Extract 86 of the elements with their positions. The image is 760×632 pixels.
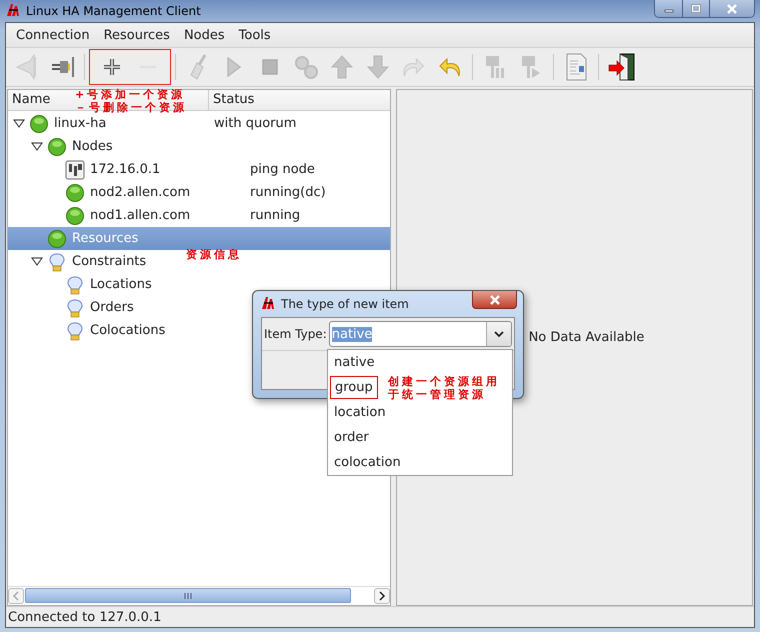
status-text: with quorum <box>214 116 296 131</box>
tree-item-label: linux-ha <box>54 116 106 131</box>
window-title: Linux HA Management Client <box>26 4 201 18</box>
computer-play-icon <box>521 55 541 79</box>
app-logo-icon <box>261 295 275 310</box>
status-ball-icon <box>65 206 85 226</box>
computer-pause-icon <box>485 55 505 79</box>
undo-icon <box>439 58 461 76</box>
plug-icon <box>50 56 74 78</box>
dropdown-option[interactable]: colocation <box>329 450 406 475</box>
expanded-icon[interactable] <box>13 118 25 128</box>
status-text: running(dc) <box>250 185 326 200</box>
tree-row[interactable]: Nodes <box>8 135 117 158</box>
menu-item[interactable]: Nodes <box>176 28 232 42</box>
tree-row[interactable]: Locations <box>8 273 156 296</box>
app-logo-icon <box>6 2 20 16</box>
expanded-icon[interactable] <box>31 256 43 266</box>
network-node-icon <box>65 160 85 180</box>
dropdown-option[interactable]: native <box>329 350 380 375</box>
tree-item-label: nod2.allen.com <box>90 185 190 200</box>
empty-message: No Data Available <box>528 330 644 345</box>
menu-item[interactable]: Connection <box>9 28 97 42</box>
menu-item[interactable]: Resources <box>96 28 177 42</box>
stop-icon <box>262 59 278 75</box>
arrow-down-icon <box>367 55 389 79</box>
plug-icon <box>16 54 36 80</box>
redo-icon <box>403 58 425 76</box>
tree-row[interactable]: nod1.allen.com running <box>8 204 300 227</box>
annotation-text: 创建一个资源组用 <box>388 375 500 388</box>
annotation-text: +号添加一个资源 <box>75 88 186 101</box>
lightbulb-icon <box>65 274 85 294</box>
close-icon <box>726 4 738 14</box>
tree-row[interactable]: Orders <box>8 296 138 319</box>
lightbulb-icon <box>65 298 85 318</box>
scroll-left-icon[interactable] <box>8 588 24 604</box>
tree-item-label: Nodes <box>72 139 113 154</box>
gears-icon <box>294 56 318 78</box>
lightbulb-icon <box>65 320 85 340</box>
status-text: running <box>250 208 300 223</box>
column-header[interactable]: Status <box>209 90 258 110</box>
close-button[interactable] <box>709 0 754 17</box>
tree-item-label: Constraints <box>72 254 146 269</box>
tree-row[interactable]: linux-ha with quorum <box>8 112 296 135</box>
dialog-title: The type of new item <box>281 297 409 311</box>
status-text: ping node <box>250 162 315 177</box>
tree-row[interactable]: Colocations <box>8 319 170 342</box>
grip-icon <box>183 592 193 600</box>
play-icon <box>227 57 241 77</box>
plus-icon <box>103 58 121 76</box>
minimize-button[interactable] <box>655 0 682 17</box>
tree-item-label: nod1.allen.com <box>90 208 190 223</box>
field-label: Item Type: <box>264 327 327 341</box>
tree-item-label: 172.16.0.1 <box>90 162 160 177</box>
close-button[interactable] <box>472 291 517 309</box>
dropdown-option[interactable]: group <box>329 375 379 400</box>
lightbulb-icon <box>47 252 67 272</box>
scroll-right-icon[interactable] <box>374 588 390 604</box>
dropdown-option[interactable]: order <box>329 425 374 450</box>
scrollbar-thumb[interactable] <box>25 588 351 603</box>
tree-item-label: Orders <box>90 300 134 315</box>
tree-item-label: Colocations <box>90 323 166 338</box>
tree-row[interactable]: Constraints <box>8 250 150 273</box>
exit-door-icon <box>608 53 634 81</box>
chevron-down-icon <box>493 330 505 338</box>
arrow-up-icon <box>331 55 353 79</box>
broom-icon <box>190 54 206 80</box>
tree-row[interactable]: nod2.allen.com running(dc) <box>8 181 326 204</box>
selected-value: native <box>332 326 372 342</box>
status-ball-icon <box>47 136 67 156</box>
document-icon <box>566 53 586 81</box>
status-ball-icon <box>65 182 85 202</box>
tree-item-label: Resources <box>72 231 138 246</box>
tree-item-label: Locations <box>90 277 152 292</box>
annotation-text: 于统一管理资源 <box>388 388 487 401</box>
status-ball-icon <box>47 228 67 248</box>
tree-row[interactable]: 172.16.0.1 ping node <box>8 158 315 181</box>
menu-item[interactable]: Tools <box>232 28 278 42</box>
close-icon <box>488 294 500 304</box>
horizontal-scrollbar[interactable] <box>8 586 390 604</box>
status-ball-icon <box>29 114 49 134</box>
maximize-button[interactable] <box>682 0 709 17</box>
maximize-icon <box>690 4 702 14</box>
status-bar: Connected to 127.0.0.1 <box>6 606 754 627</box>
expanded-icon[interactable] <box>31 142 43 152</box>
dropdown-option[interactable]: location <box>329 400 391 425</box>
annotation-text: 资源信息 <box>186 248 242 261</box>
